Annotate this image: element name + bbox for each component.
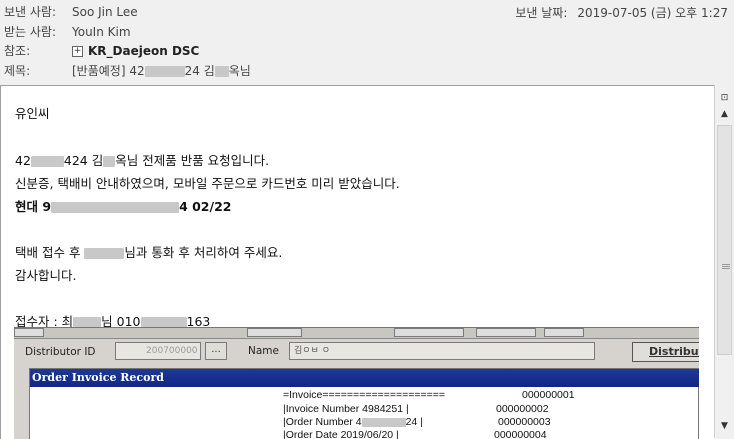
cc-value[interactable]: KR_Daejeon DSC <box>88 44 199 58</box>
text: 옥님 전제품 반품 요청입니다. <box>115 153 270 168</box>
invoice-number-code: 000000002 <box>496 403 549 415</box>
redaction <box>361 417 406 427</box>
invoice-panel-title: Order Invoice Record <box>30 369 699 387</box>
sent-value: 2019-07-05 (금) 오후 1:27 <box>577 6 728 20</box>
browse-button: ... <box>205 342 227 360</box>
greeting: 유인씨 <box>15 106 50 121</box>
distributor-id-field: 200700000 <box>115 342 201 360</box>
body-line-1: 42 424 김 옥님 전제품 반품 요청입니다. <box>15 150 269 169</box>
arrow-down-icon[interactable]: ▼ <box>717 419 732 434</box>
redaction <box>144 66 185 77</box>
distributor-button: Distributo <box>632 342 699 362</box>
invoice-header-code: 000000001 <box>522 389 575 401</box>
redaction <box>214 66 229 77</box>
redaction <box>103 156 116 167</box>
redaction <box>51 202 180 213</box>
text: |Order Number 4 <box>283 416 362 428</box>
plus-box-icon[interactable]: + <box>72 46 83 57</box>
text: 현대 9 <box>15 199 52 214</box>
toolbar-segment <box>544 328 584 337</box>
order-number-line: |Order Number 4 24 | <box>283 416 423 428</box>
subject-row: 제목: [반품예정] 42 24 김 옥님 <box>4 62 251 80</box>
invoice-panel: Order Invoice Record =Invoice===========… <box>29 368 699 439</box>
text: 24 | <box>405 416 423 428</box>
from-row: 보낸 사람: Soo Jin Lee <box>4 3 138 21</box>
sent-label: 보낸 날짜: <box>515 6 568 20</box>
invoice-header-line: =Invoice==================== <box>283 389 446 401</box>
distributor-id-label: Distributor ID <box>25 346 96 358</box>
cc-label: 참조: <box>4 44 31 58</box>
name-field: 김ㅇㅂ ㅇ <box>289 342 595 360</box>
toolbar-segment <box>247 328 302 337</box>
text: 택배 접수 후 <box>15 245 85 260</box>
cc-row: 참조: + KR_Daejeon DSC <box>4 42 199 60</box>
redaction <box>84 248 125 259</box>
body-line-2: 신분증, 택배비 안내하였으며, 모바일 주문으로 카드번호 미리 받았습니다. <box>15 176 400 191</box>
scrollbar-thumb[interactable] <box>717 125 732 355</box>
toolbar-segment <box>394 328 464 337</box>
text: 424 김 <box>63 153 104 168</box>
from-value[interactable]: Soo Jin Lee <box>72 5 138 19</box>
to-value[interactable]: YouIn Kim <box>72 25 131 39</box>
from-label: 보낸 사람: <box>4 5 57 19</box>
subject-part: [반품예정] 42 <box>72 64 145 78</box>
text: 4 02/22 <box>179 199 232 214</box>
body-line-5: 감사합니다. <box>15 268 77 283</box>
arrow-up-icon[interactable]: ▲ <box>717 107 732 122</box>
redaction <box>30 156 64 167</box>
embedded-toolbar <box>14 328 699 339</box>
sent-date: 보낸 날짜: 2019-07-05 (금) 오후 1:27 <box>515 4 728 21</box>
body-line-4: 택배 접수 후 님과 통화 후 처리하여 주세요. <box>15 242 282 261</box>
invoice-number-line: |Invoice Number 4984251 | <box>283 403 409 415</box>
subject-value: [반품예정] 42 24 김 옥님 <box>72 64 251 78</box>
text: 님과 통화 후 처리하여 주세요. <box>124 245 283 260</box>
subject-part: 24 김 <box>184 64 215 78</box>
cursor-icon: ⊡ <box>717 91 732 106</box>
subject-label: 제목: <box>4 64 31 78</box>
body-line-3: 현대 9 4 02/22 <box>15 196 231 215</box>
to-label: 받는 사람: <box>4 25 57 39</box>
text: 42 <box>15 153 31 168</box>
grip-icon <box>722 264 730 265</box>
toolbar-segment <box>476 328 536 337</box>
vertical-scrollbar[interactable]: ⊡ ▲ ▼ <box>714 85 734 438</box>
message-body[interactable]: 유인씨 42 424 김 옥님 전제품 반품 요청입니다. 신분증, 택배비 안내하… <box>0 85 715 439</box>
subject-part: 옥님 <box>228 64 251 78</box>
name-label: Name <box>248 345 279 357</box>
message-header: 보낸 사람: Soo Jin Lee 받는 사람: YouIn Kim 참조: + KR… <box>0 0 734 85</box>
toolbar-segment <box>14 328 44 337</box>
embedded-screenshot: Distributor ID 200700000 ... Name 김ㅇㅂ ㅇ … <box>14 327 699 439</box>
to-row: 받는 사람: YouIn Kim <box>4 23 131 41</box>
order-number-code: 000000003 <box>498 416 551 428</box>
